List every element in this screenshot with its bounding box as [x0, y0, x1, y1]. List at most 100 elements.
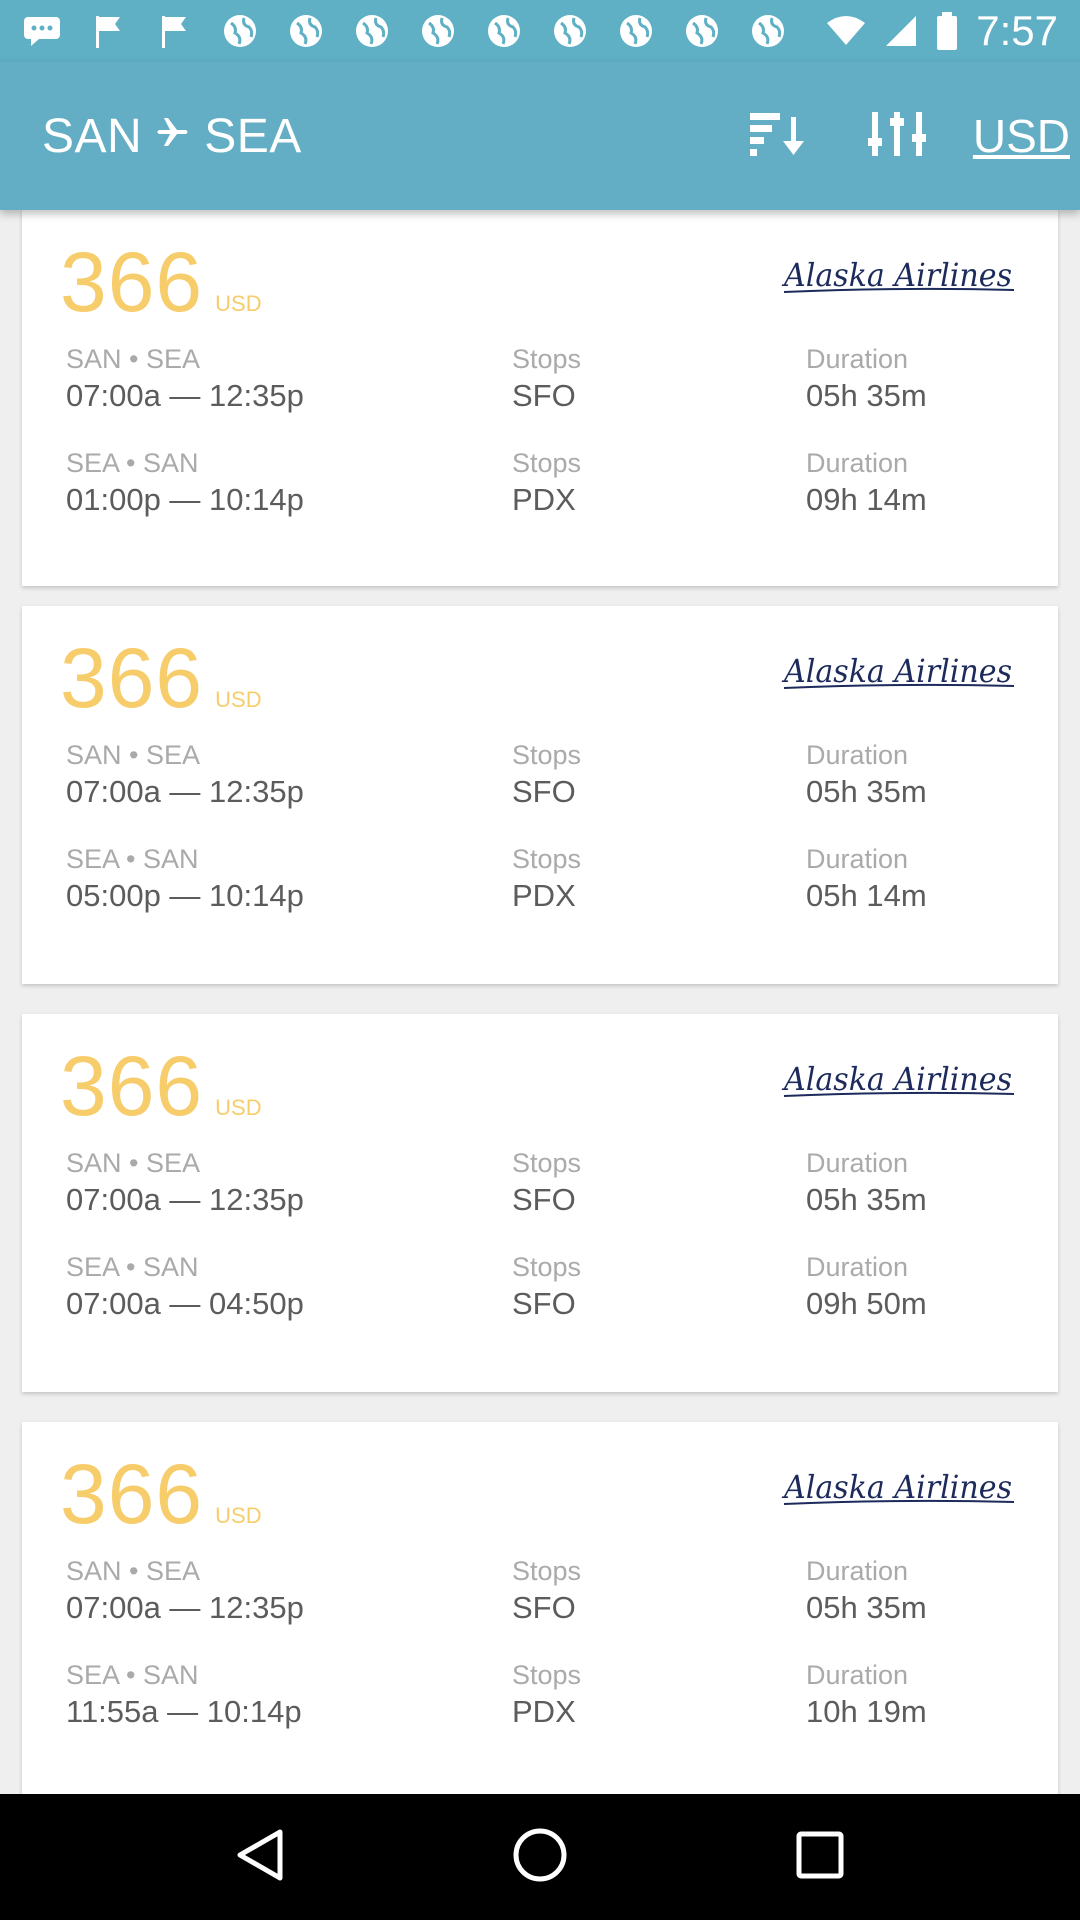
filter-button[interactable]	[837, 62, 957, 210]
app-bar: SAN SEA USD	[0, 62, 1080, 210]
home-circle-icon	[512, 1827, 568, 1888]
recents-square-icon	[795, 1830, 845, 1885]
stops-value: SFO	[512, 1286, 576, 1321]
duration-value: 10h 19m	[806, 1694, 927, 1729]
system-nav-bar	[0, 1794, 1080, 1920]
segment-route: SEA • SAN	[66, 844, 199, 874]
segment-times: 07:00a — 12:35p	[66, 774, 304, 809]
price-value: 366	[60, 631, 204, 725]
stops-label: Stops	[512, 1148, 582, 1178]
segment-times: 11:55a — 10:14p	[66, 1694, 302, 1729]
stops-value: SFO	[512, 1590, 576, 1625]
duration-value: 05h 35m	[806, 1590, 927, 1625]
segment-route: SAN • SEA	[66, 1556, 200, 1586]
globe-icon	[418, 11, 458, 51]
origin-code: SAN	[42, 109, 143, 163]
price-value: 366	[60, 1447, 204, 1541]
segment-times: 07:00a — 12:35p	[66, 1182, 304, 1217]
globe-icon	[220, 11, 260, 51]
flight-result-card[interactable]: 366 USD Alaska Airlines SAN • SEA 07:00a …	[22, 606, 1058, 984]
home-button[interactable]	[500, 1817, 580, 1897]
price-currency: USD	[215, 687, 262, 712]
results-list[interactable]: 366 USD Alaska Airlines SAN • SEA 07:00a …	[0, 210, 1080, 1794]
duration-label: Duration	[806, 1660, 909, 1690]
clock-time: 7:57	[976, 7, 1058, 54]
price: 366 USD	[60, 1038, 262, 1135]
globe-icon	[352, 11, 392, 51]
segment-times: 07:00a — 12:35p	[66, 1590, 304, 1625]
return-segment: SEA • SAN 07:00a — 04:50p Stops SFO Durati…	[22, 1250, 1058, 1330]
duration-value: 05h 35m	[806, 1182, 927, 1217]
duration-label: Duration	[806, 740, 909, 770]
airplane-icon	[156, 114, 190, 159]
stops-label: Stops	[512, 448, 582, 478]
flag-icon	[88, 11, 128, 51]
back-triangle-icon	[235, 1828, 285, 1887]
alaska-airlines-logo: Alaska Airlines	[780, 1466, 1018, 1512]
segment-route: SAN • SEA	[66, 344, 200, 374]
flight-result-card[interactable]: 366 USD Alaska Airlines SAN • SEA 07:00a …	[22, 210, 1058, 586]
segment-times: 07:00a — 04:50p	[66, 1286, 304, 1321]
price-value: 366	[60, 1039, 204, 1133]
segment-route: SEA • SAN	[66, 1252, 199, 1282]
globe-icon	[484, 11, 524, 51]
duration-value: 05h 35m	[806, 378, 927, 413]
duration-label: Duration	[806, 1252, 909, 1282]
globe-icon	[286, 11, 326, 51]
price-currency: USD	[215, 291, 262, 316]
segment-times: 05:00p — 10:14p	[66, 878, 304, 913]
stops-label: Stops	[512, 740, 582, 770]
sort-icon	[748, 111, 806, 162]
segment-route: SAN • SEA	[66, 740, 200, 770]
segment-times: 07:00a — 12:35p	[66, 378, 304, 413]
sort-button[interactable]	[717, 62, 837, 210]
alaska-airlines-logo: Alaska Airlines	[780, 1058, 1018, 1104]
stops-label: Stops	[512, 1660, 582, 1690]
battery-icon	[936, 12, 958, 50]
stops-value: SFO	[512, 378, 576, 413]
flight-result-card[interactable]: 366 USD Alaska Airlines SAN • SEA 07:00a …	[22, 1014, 1058, 1392]
stops-value: SFO	[512, 774, 576, 809]
return-segment: SEA • SAN 01:00p — 10:14p Stops PDX Durati…	[22, 446, 1058, 526]
filter-icon	[867, 110, 926, 163]
duration-label: Duration	[806, 448, 909, 478]
duration-value: 05h 14m	[806, 878, 927, 913]
wifi-icon	[826, 15, 866, 47]
notification-icons	[22, 11, 788, 51]
route-title: SAN SEA	[42, 109, 302, 164]
outbound-segment: SAN • SEA 07:00a — 12:35p Stops SFO Durati…	[22, 1146, 1058, 1226]
stops-label: Stops	[512, 344, 582, 374]
signal-icon	[884, 14, 918, 48]
price-value: 366	[60, 235, 204, 329]
currency-selector[interactable]: USD	[957, 62, 1080, 210]
price-currency: USD	[215, 1503, 262, 1528]
recents-button[interactable]	[780, 1817, 860, 1897]
stops-label: Stops	[512, 1556, 582, 1586]
price: 366 USD	[60, 630, 262, 727]
status-right: 7:57	[826, 7, 1058, 55]
price-currency: USD	[215, 1095, 262, 1120]
back-button[interactable]	[220, 1817, 300, 1897]
duration-value: 05h 35m	[806, 774, 927, 809]
return-segment: SEA • SAN 05:00p — 10:14p Stops PDX Durati…	[22, 842, 1058, 922]
duration-label: Duration	[806, 344, 909, 374]
outbound-segment: SAN • SEA 07:00a — 12:35p Stops SFO Durati…	[22, 738, 1058, 818]
alaska-airlines-logo: Alaska Airlines	[780, 650, 1018, 696]
duration-value: 09h 14m	[806, 482, 927, 517]
outbound-segment: SAN • SEA 07:00a — 12:35p Stops SFO Durati…	[22, 1554, 1058, 1634]
return-segment: SEA • SAN 11:55a — 10:14p Stops PDX Durati…	[22, 1658, 1058, 1738]
stops-label: Stops	[512, 844, 582, 874]
stops-value: PDX	[512, 1694, 576, 1729]
segment-route: SAN • SEA	[66, 1148, 200, 1178]
stops-value: SFO	[512, 1182, 576, 1217]
stops-value: PDX	[512, 482, 576, 517]
duration-value: 09h 50m	[806, 1286, 927, 1321]
destination-code: SEA	[204, 109, 302, 163]
outbound-segment: SAN • SEA 07:00a — 12:35p Stops SFO Durati…	[22, 342, 1058, 422]
stops-label: Stops	[512, 1252, 582, 1282]
globe-icon	[616, 11, 656, 51]
segment-route: SEA • SAN	[66, 1660, 199, 1690]
alaska-airlines-logo: Alaska Airlines	[780, 254, 1018, 300]
globe-icon	[550, 11, 590, 51]
flight-result-card[interactable]: 366 USD Alaska Airlines SAN • SEA 07:00a …	[22, 1422, 1058, 1794]
